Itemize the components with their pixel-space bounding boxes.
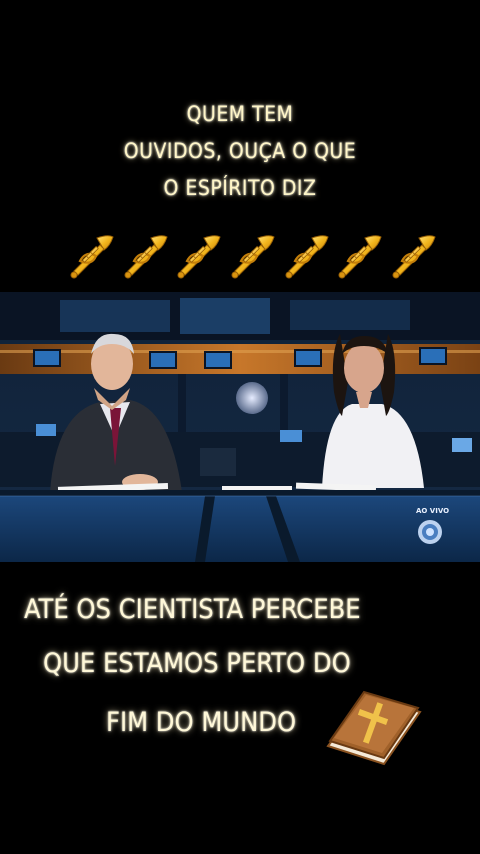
news-studio-scene	[0, 292, 480, 562]
top-caption-line-2: OUVIDOS, OUÇA O QUE	[123, 139, 357, 163]
bottom-caption-line-3: FIM DO MUNDO	[106, 707, 297, 738]
bible-icon	[326, 690, 422, 766]
top-caption-line-1: QUEM TEM	[186, 102, 294, 126]
trumpet-icon	[66, 232, 116, 282]
trumpet-icon	[388, 232, 438, 282]
top-caption-line-3: O ESPÍRITO DIZ	[163, 176, 317, 200]
trumpet-icon	[173, 232, 223, 282]
trumpet-icon	[281, 232, 331, 282]
record-logo	[418, 520, 442, 544]
trumpet-icon	[227, 232, 277, 282]
bottom-caption-line-1: ATÉ OS CIENTISTA PERCEBE	[24, 594, 361, 625]
top-caption: QUEM TEM OUVIDOS, OUÇA O QUE O ESPÍRITO …	[0, 96, 480, 207]
bottom-caption-line-2: QUE ESTAMOS PERTO DO	[43, 648, 351, 679]
live-label: AO VIVO	[416, 507, 450, 515]
news-video-frame[interactable]: AO VIVO	[0, 292, 480, 562]
trumpet-icon	[334, 232, 384, 282]
trumpet-icon	[120, 232, 170, 282]
trumpet-emoji-row	[66, 232, 438, 282]
